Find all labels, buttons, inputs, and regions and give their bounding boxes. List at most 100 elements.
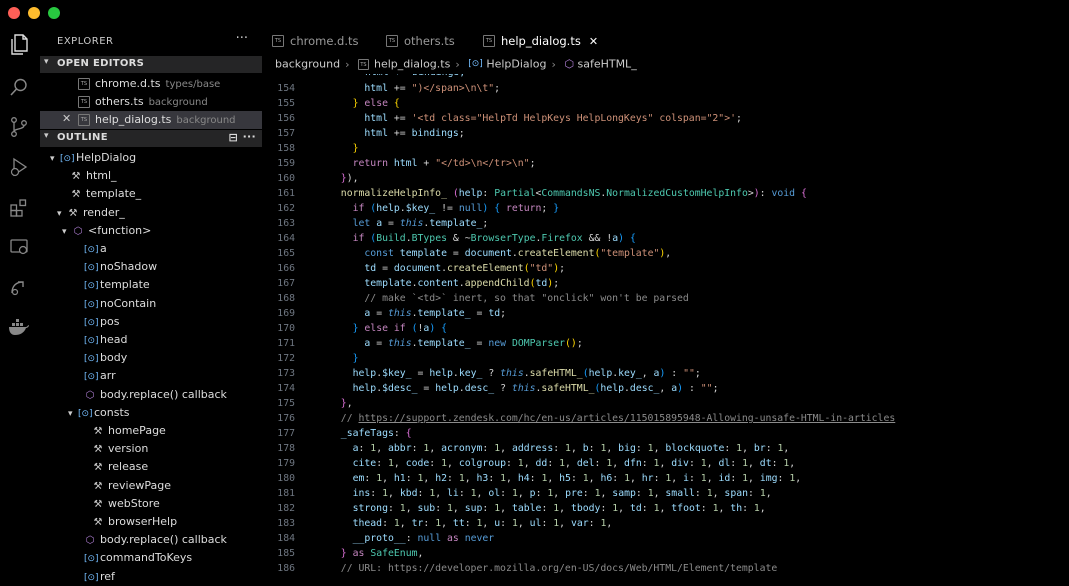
code-token: img <box>759 473 778 484</box>
chevron-down-icon[interactable]: ▾ <box>50 154 60 164</box>
code-token: , <box>382 473 388 484</box>
code-token: : <box>748 488 760 499</box>
outline-item[interactable]: ⬡ body.replace() callback <box>40 386 262 404</box>
maximize-window-button[interactable] <box>48 7 60 19</box>
code-line: 167 template.content.appendChild(td); <box>262 276 1069 291</box>
wrench-icon: ⚒ <box>93 480 103 492</box>
open-editor-item-active[interactable]: ✕ TS help_dialog.ts background <box>40 111 262 129</box>
open-editor-item[interactable]: TS chrome.d.ts types/base <box>40 75 262 93</box>
outline-item[interactable]: ⚒ version <box>40 440 262 458</box>
extensions-icon[interactable] <box>8 197 30 219</box>
chevron-down-icon[interactable]: ▾ <box>62 227 72 237</box>
typescript-file-icon: TS <box>272 35 284 47</box>
code-token: , <box>553 488 560 499</box>
outline-item[interactable]: [⊙]pos <box>40 313 262 331</box>
code-token: help <box>429 368 453 379</box>
outline-item[interactable]: ▾ [⊙]HelpDialog <box>40 149 262 167</box>
chevron-down-icon[interactable]: ▾ <box>68 409 78 419</box>
code-token: td <box>535 278 548 289</box>
docker-icon[interactable] <box>8 316 30 338</box>
breadcrumb-folder[interactable]: background <box>275 58 340 71</box>
outline-item[interactable]: ⚒ webStore <box>40 495 262 513</box>
code-token: ; <box>458 128 465 139</box>
code-token: , <box>405 503 412 514</box>
outline-item[interactable]: [⊙]commandToKeys <box>40 549 262 567</box>
code-token: : <box>429 458 442 469</box>
breadcrumb-symbol[interactable]: HelpDialog <box>486 58 546 71</box>
open-editor-item[interactable]: TS others.ts background <box>40 93 262 111</box>
minimize-window-button[interactable] <box>28 7 40 19</box>
outline-item[interactable]: ⚒ reviewPage <box>40 477 262 495</box>
remote-explorer-icon[interactable] <box>8 236 30 258</box>
outline-item[interactable]: ⚒ html_ <box>40 167 262 185</box>
outline-item[interactable]: [⊙]head <box>40 331 262 349</box>
code-token: , <box>464 473 471 484</box>
search-icon[interactable] <box>8 76 30 98</box>
collapse-all-icon[interactable]: ⊟ <box>228 131 238 144</box>
outline-item[interactable]: [⊙]arr <box>40 367 262 385</box>
line-number: 155 <box>277 98 295 109</box>
code-token: , <box>500 503 507 514</box>
typescript-file-icon: TS <box>357 58 369 70</box>
code-token: : <box>688 458 701 469</box>
outline-item-label: <function> <box>88 223 152 237</box>
code-token: appendChild <box>464 278 530 289</box>
chevron-down-icon[interactable]: ▾ <box>57 209 67 219</box>
more-actions-icon[interactable]: ··· <box>236 31 248 46</box>
variable-icon: [⊙] <box>78 408 93 419</box>
run-debug-icon[interactable] <box>8 156 30 178</box>
tab-help-dialog-ts[interactable]: TS help_dialog.ts ✕ <box>483 26 598 56</box>
close-window-button[interactable] <box>8 7 20 19</box>
variable-icon: [⊙] <box>468 59 483 69</box>
outline-item[interactable]: [⊙]noContain <box>40 295 262 313</box>
outline-item[interactable]: ⚒ release <box>40 458 262 476</box>
outline-item[interactable]: ⚒ browserHelp <box>40 513 262 531</box>
breadcrumb-file[interactable]: help_dialog.ts <box>374 58 450 71</box>
code-token: : <box>364 473 377 484</box>
tab-others-ts[interactable]: TS others.ts <box>386 26 455 56</box>
code-token: var <box>570 518 589 529</box>
open-editors-header[interactable]: ▾ OPEN EDITORS <box>40 56 262 73</box>
wrench-icon: ⚒ <box>93 517 103 528</box>
code-editor[interactable]: html += bindings; 154 html += ")</span>\… <box>262 74 1069 578</box>
outline-item[interactable]: ▾ ⚒ render_ <box>40 204 262 222</box>
wrench-icon: ⚒ <box>71 171 81 183</box>
code-token: } <box>352 98 359 109</box>
line-number: 162 <box>277 203 295 214</box>
outline-item[interactable]: ⚒ homePage <box>40 422 262 440</box>
code-token: return <box>352 158 388 169</box>
outline-item[interactable]: ⚒ template_ <box>40 185 262 203</box>
outline-item[interactable]: [⊙]a <box>40 240 262 258</box>
remote-icon[interactable] <box>8 276 30 298</box>
outline-item[interactable]: [⊙]ref <box>40 568 262 586</box>
code-token: , <box>748 473 754 484</box>
outline-item[interactable]: ⬡ body.replace() callback <box>40 531 262 549</box>
outline-item-label: body <box>100 351 128 365</box>
outline-item[interactable]: ▾ [⊙]consts <box>40 404 262 422</box>
tab-chrome-d-ts[interactable]: TS chrome.d.ts <box>272 26 359 56</box>
code-token: $key_ <box>382 368 412 379</box>
more-actions-icon[interactable]: ··· <box>243 130 256 143</box>
outline-item[interactable]: ▾ ⬡ <function> <box>40 222 262 240</box>
outline-item[interactable]: [⊙]noShadow <box>40 258 262 276</box>
code-token: help <box>435 383 459 394</box>
source-control-icon[interactable] <box>8 116 30 138</box>
breadcrumb-symbol-active[interactable]: safeHTML_ <box>577 58 636 71</box>
code-token: help <box>352 368 377 379</box>
variable-icon: [⊙] <box>84 554 99 565</box>
code-token: li <box>447 488 459 499</box>
outline-header[interactable]: ▾ OUTLINE ⊟ ··· <box>40 130 262 147</box>
code-token: html <box>364 113 388 124</box>
code-token: new <box>488 338 507 349</box>
code-token: , <box>653 443 660 454</box>
code-token: a <box>376 218 383 229</box>
close-icon[interactable]: ✕ <box>62 112 71 125</box>
outline-item[interactable]: [⊙]body <box>40 349 262 367</box>
line-number: 173 <box>277 368 295 379</box>
code-token: : <box>382 518 394 529</box>
files-icon[interactable] <box>8 34 30 56</box>
code-text: let a = this.template_; <box>329 216 489 231</box>
code-line: 157 html += bindings; <box>262 126 1069 141</box>
close-icon[interactable]: ✕ <box>589 35 598 48</box>
outline-item[interactable]: [⊙]template <box>40 276 262 294</box>
